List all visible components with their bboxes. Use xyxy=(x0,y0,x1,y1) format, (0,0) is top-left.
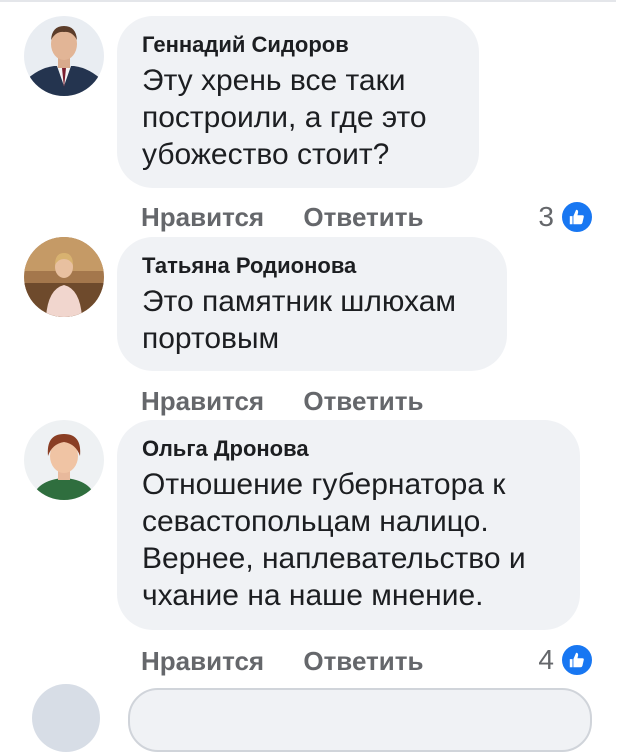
comment-bubble[interactable] xyxy=(128,688,592,752)
reply-button[interactable]: Ответить xyxy=(303,202,423,233)
comment-bubble: Ольга Дронова Отношение губернатора к се… xyxy=(117,420,580,630)
comment-actions: Нравится Ответить xyxy=(141,202,424,233)
like-button[interactable]: Нравится xyxy=(141,646,264,677)
reaction-summary[interactable]: 3 xyxy=(538,200,594,234)
thumbs-up-icon xyxy=(560,200,594,234)
reaction-count: 4 xyxy=(538,644,554,675)
like-button[interactable]: Нравится xyxy=(141,202,264,233)
reaction-count: 3 xyxy=(538,201,554,232)
comment-author[interactable]: Ольга Дронова xyxy=(142,436,556,462)
reply-button[interactable]: Ответить xyxy=(303,386,423,417)
comment-author[interactable]: Геннадий Сидоров xyxy=(142,32,455,58)
thumbs-up-icon xyxy=(560,643,594,677)
like-button[interactable]: Нравится xyxy=(141,386,264,417)
avatar[interactable] xyxy=(32,684,100,752)
avatar[interactable] xyxy=(24,16,104,96)
comment-actions: Нравится Ответить xyxy=(141,386,424,417)
comment-bubble: Татьяна Родионова Это памятник шлюхам по… xyxy=(117,237,507,371)
comment-actions: Нравится Ответить xyxy=(141,646,424,677)
avatar-photo xyxy=(24,237,104,317)
divider xyxy=(0,0,616,2)
avatar-photo xyxy=(24,16,104,96)
comment-text: Это памятник шлюхам портовым xyxy=(142,285,457,355)
comment-text: Эту хрень все таки построили, а где это … xyxy=(142,64,427,171)
reply-button[interactable]: Ответить xyxy=(303,646,423,677)
avatar[interactable] xyxy=(24,237,104,317)
comment-text: Отношение губернатора к севастопольцам н… xyxy=(142,468,526,612)
comment-author[interactable]: Татьяна Родионова xyxy=(142,253,483,279)
avatar-photo xyxy=(24,420,104,500)
comment-bubble: Геннадий Сидоров Эту хрень все таки пост… xyxy=(117,16,479,188)
reaction-summary[interactable]: 4 xyxy=(538,643,594,677)
avatar[interactable] xyxy=(24,420,104,500)
